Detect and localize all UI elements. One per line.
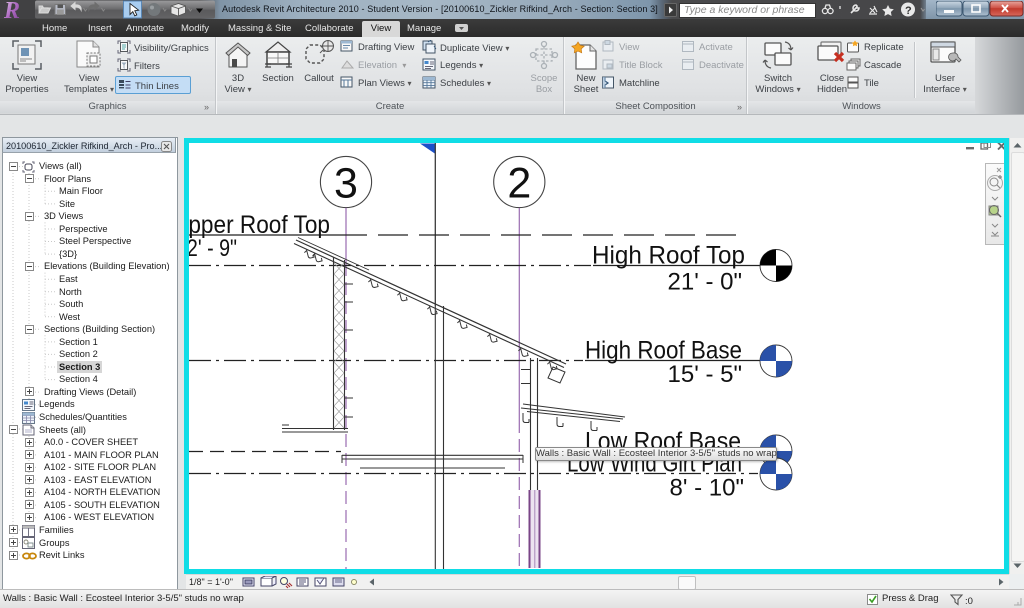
svg-text:8' - 10": 8' - 10": [670, 475, 744, 502]
svg-text:15' - 5": 15' - 5": [668, 361, 742, 388]
svg-text:3: 3: [334, 160, 358, 208]
svg-text:21' - 0": 21' - 0": [668, 269, 742, 296]
svg-text:R: R: [3, 0, 20, 19]
svg-text:2: 2: [507, 160, 531, 208]
svg-text:?: ?: [905, 5, 912, 17]
svg-text:22' - 9": 22' - 9": [189, 235, 237, 262]
svg-text::0: :0: [965, 596, 973, 606]
svg-text:High Roof Top: High Roof Top: [592, 242, 745, 270]
